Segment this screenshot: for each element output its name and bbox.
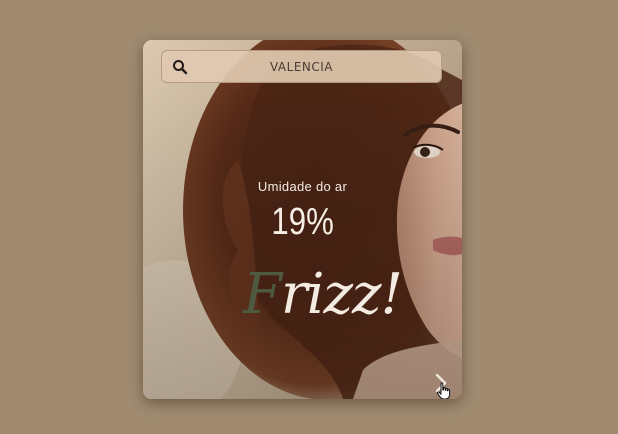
search-icon[interactable]: [172, 59, 188, 75]
page: Umidade do ar 19% Frizz!: [0, 0, 618, 434]
humidity-value: 19%: [271, 201, 334, 243]
humidity-label: Umidade do ar: [257, 179, 348, 194]
city-search-input[interactable]: [198, 51, 431, 82]
weather-card: Umidade do ar 19% Frizz!: [143, 40, 462, 399]
frizz-rest-text: rizz!: [280, 262, 403, 327]
search-bar: [161, 50, 442, 83]
frizz-status: Frizz!: [243, 262, 403, 327]
frizz-first-letter: F: [243, 262, 282, 327]
pointer-cursor-icon: [436, 382, 451, 399]
